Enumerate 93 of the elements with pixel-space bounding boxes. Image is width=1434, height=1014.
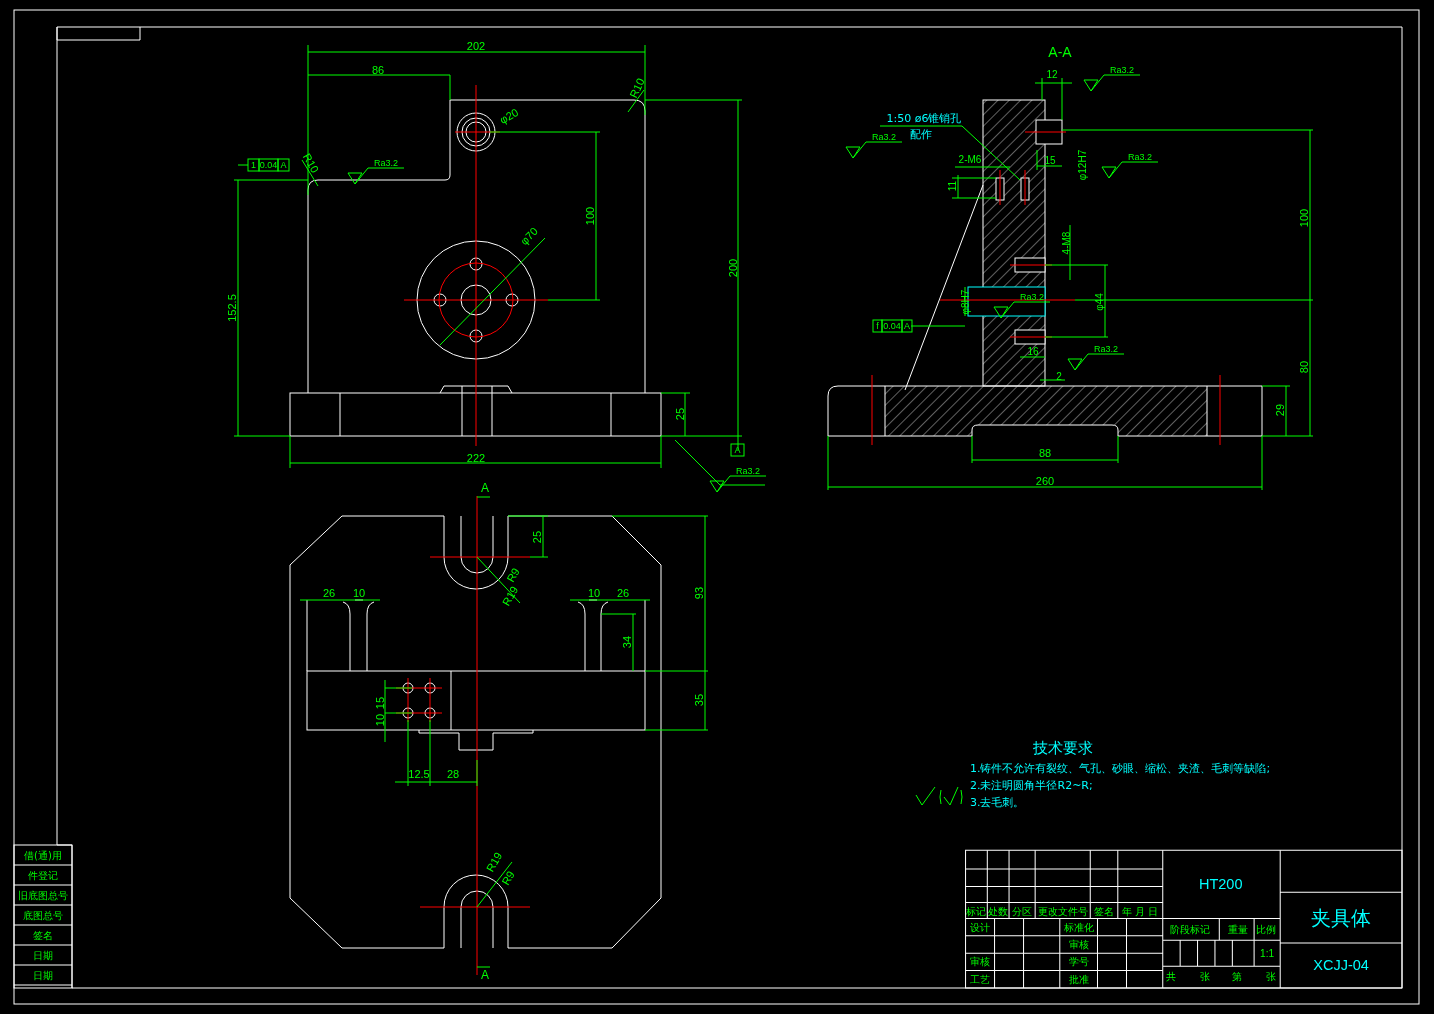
dimension-text: 12.5 xyxy=(408,768,430,780)
taper-pin-note: 1:50 ø6锥销孔 xyxy=(886,111,962,125)
requirement-item: 2.未注明圆角半径R2~R; xyxy=(970,778,1093,792)
dimension-text: 28 xyxy=(446,768,460,780)
roughness-text: Ra3.2 xyxy=(1094,344,1119,354)
section-mark: A xyxy=(481,968,489,982)
dimension-text: 15 xyxy=(374,696,386,710)
stage-label: 阶段标记 xyxy=(1170,924,1211,936)
stage-label: 比例 xyxy=(1255,924,1276,936)
dimension-text: 2-M6 xyxy=(958,153,982,165)
dimension-text: 12 xyxy=(1046,68,1058,80)
requirements-title: 技术要求 xyxy=(1033,739,1093,757)
roughness-text: Ra3.2 xyxy=(374,158,399,168)
roughness-text: Ra3.2 xyxy=(872,132,897,142)
sheet-label: 共 xyxy=(1166,970,1177,982)
drawing-number: XCJJ-04 xyxy=(1313,956,1369,973)
row-label: 标准化 xyxy=(1063,921,1094,933)
tolerance-value: 1 xyxy=(251,160,256,170)
row-label: 工艺 xyxy=(970,973,991,985)
strip-label: 底图总号 xyxy=(23,909,63,921)
dimension-text: 2 xyxy=(1056,370,1062,382)
row-label: 批准 xyxy=(1068,973,1089,985)
dimension-text: R9 xyxy=(499,868,517,888)
dimension-text: 10 xyxy=(352,587,366,599)
dimension-text: 16 xyxy=(1027,345,1039,357)
tolerance-value: 0.04 xyxy=(883,321,901,331)
dimension-text: 80 xyxy=(1298,360,1310,374)
requirement-item: 3.去毛刺。 xyxy=(970,795,1025,809)
dimension-text: 88 xyxy=(1038,447,1052,459)
row-label: 审核 xyxy=(1068,939,1089,950)
dimension-text: R10 xyxy=(627,76,647,100)
dimension-text: φ20 xyxy=(497,105,521,127)
tolerance-value: A xyxy=(904,321,910,331)
dimension-text: 35 xyxy=(693,693,705,707)
requirement-item: 1.铸件不允许有裂纹、气孔、砂眼、缩松、夹渣、毛刺等缺陷; xyxy=(970,761,1271,775)
dimension-text: 10 xyxy=(374,713,386,727)
strip-label: 借(通)用 xyxy=(24,849,62,861)
dimension-text: 26 xyxy=(322,587,336,599)
dimension-text: R9 xyxy=(504,565,522,585)
dimension-text: 34 xyxy=(621,635,633,649)
dimension-text: 26 xyxy=(616,587,630,599)
dimension-text: 202 xyxy=(466,40,486,52)
dimension-text: 86 xyxy=(371,64,385,76)
strip-label: 日期 xyxy=(33,969,53,981)
scale-text: 1:1 xyxy=(1260,947,1275,959)
tolerance-value: 0.04 xyxy=(259,160,278,170)
tolerance-value: f xyxy=(876,321,879,331)
header-label: 处数 xyxy=(988,905,1009,917)
dimension-text: 11 xyxy=(946,180,958,192)
sheet-label: 张 xyxy=(1266,970,1277,982)
roughness-text: Ra3.2 xyxy=(736,466,761,476)
taper-pin-note: 配作 xyxy=(910,127,932,141)
roughness-text: Ra3.2 xyxy=(1110,65,1135,75)
dimension-text: 4-M8 xyxy=(1060,231,1072,255)
tolerance-value: A xyxy=(280,160,287,170)
dimension-text: 29 xyxy=(1274,403,1286,417)
header-label: 标记 xyxy=(966,905,987,917)
part-name: 夹具体 xyxy=(1311,906,1372,931)
header-label: 分区 xyxy=(1012,905,1033,917)
dimension-text: 100 xyxy=(1298,208,1310,228)
dimension-text: 222 xyxy=(466,452,486,464)
header-label: 年 月 日 xyxy=(1122,905,1159,917)
header-label: 更改文件号 xyxy=(1037,905,1088,917)
dimension-text: 260 xyxy=(1035,475,1055,487)
section-mark: A xyxy=(481,481,489,495)
dimension-text: φ44 xyxy=(1093,293,1105,311)
dimension-text: φ12H7 xyxy=(1076,149,1088,181)
dimension-text: 200 xyxy=(727,258,739,278)
row-label: 设计 xyxy=(970,921,991,933)
datum-letter: A xyxy=(734,445,741,455)
row-label: 审核 xyxy=(970,956,991,968)
header-label: 签名 xyxy=(1094,905,1114,917)
sheet-label: 第 xyxy=(1231,970,1242,982)
dimension-text: φ8H7 xyxy=(959,289,971,315)
strip-label: 签名 xyxy=(33,929,53,941)
dimension-text: 10 xyxy=(587,587,601,599)
dimension-text: 152.5 xyxy=(226,294,238,322)
roughness-text: Ra3.2 xyxy=(1020,292,1045,302)
strip-label: 旧底图总号 xyxy=(18,889,68,901)
dimension-text: 100 xyxy=(584,206,596,226)
material-text: HT200 xyxy=(1199,875,1243,892)
dimension-text: 93 xyxy=(693,586,705,600)
dimension-text: 25 xyxy=(531,530,543,544)
dimension-text: φ70 xyxy=(517,224,541,248)
strip-label: 件登记 xyxy=(28,869,58,881)
section-title: A-A xyxy=(1048,44,1072,60)
dimension-text: 15 xyxy=(1044,154,1056,166)
sheet-label: 张 xyxy=(1199,970,1210,982)
roughness-text: Ra3.2 xyxy=(1128,152,1153,162)
stage-label: 重量 xyxy=(1228,924,1249,936)
row-label: 学号 xyxy=(1068,956,1089,968)
dimension-text: 25 xyxy=(674,407,686,421)
strip-label: 日期 xyxy=(33,949,53,961)
